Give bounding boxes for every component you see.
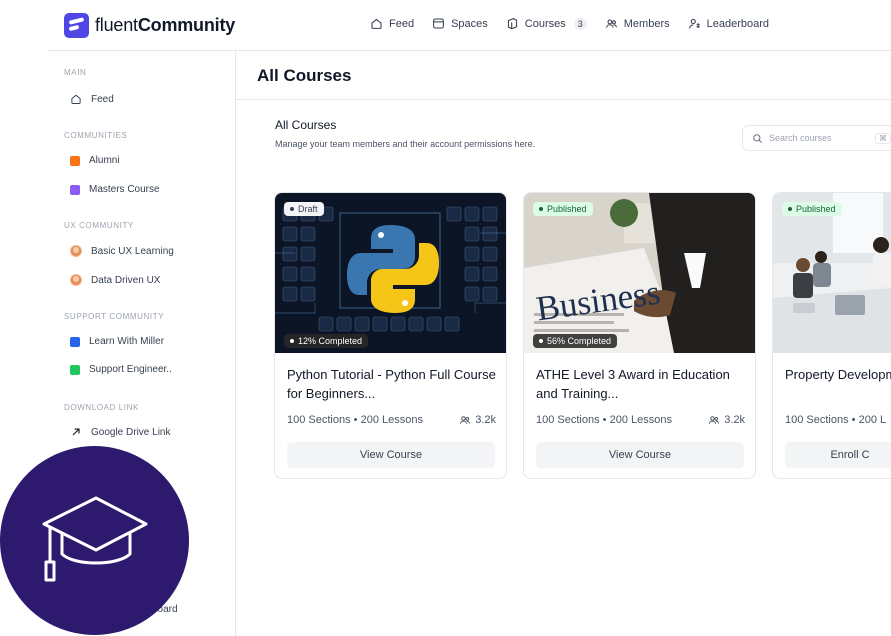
search-courses[interactable]: ⌘ bbox=[742, 125, 891, 151]
arrow-up-right-icon bbox=[72, 428, 80, 436]
section-subtitle: Manage your team members and their accou… bbox=[275, 139, 536, 149]
space-color-icon bbox=[70, 184, 80, 195]
course-card[interactable]: Published Property Developm 100 Sections… bbox=[772, 192, 891, 479]
main-header: All Courses bbox=[236, 51, 891, 100]
nav-feed[interactable]: Feed bbox=[370, 17, 414, 30]
sidebar-item-learn-with-miller[interactable]: Learn With Miller bbox=[70, 336, 164, 347]
fluent-logo-icon bbox=[64, 13, 89, 38]
members-icon bbox=[605, 19, 617, 28]
progress-badge: 12% Completed bbox=[284, 334, 369, 348]
top-navigation: Feed Spaces Courses 3 Members Leaderboar… bbox=[370, 17, 769, 30]
office-meeting-image bbox=[773, 193, 891, 353]
space-color-icon bbox=[70, 155, 80, 166]
course-thumbnail: Draft 12% Completed bbox=[275, 193, 506, 353]
avatar-icon bbox=[70, 245, 82, 257]
course-meta: 100 Sections • 200 Lessons 3.2k bbox=[287, 414, 496, 426]
status-badge: Draft bbox=[284, 202, 324, 216]
members-icon bbox=[709, 416, 720, 424]
page-title: All Courses bbox=[257, 66, 352, 85]
course-thumbnail: Published bbox=[773, 193, 891, 353]
course-meta: 100 Sections • 200 L bbox=[785, 414, 887, 426]
sidebar-item-basic-ux-learning[interactable]: Basic UX Learning bbox=[70, 245, 174, 257]
space-color-icon bbox=[70, 364, 80, 375]
courses-count-badge: 3 bbox=[573, 17, 587, 30]
sidebar-section-ux-community: UX COMMUNITY bbox=[64, 221, 134, 230]
python-logo-image bbox=[275, 193, 506, 353]
enroll-course-button[interactable]: Enroll C bbox=[785, 442, 891, 468]
sidebar-section-support-community: SUPPORT COMMUNITY bbox=[64, 312, 165, 321]
sidebar-item-support-engineer[interactable]: Support Engineer.. bbox=[70, 364, 172, 375]
search-input[interactable] bbox=[769, 133, 869, 143]
shortcut-key: ⌘ bbox=[875, 132, 891, 144]
nav-spaces[interactable]: Spaces bbox=[432, 17, 488, 30]
sidebar-item-alumni[interactable]: Alumni bbox=[70, 155, 120, 166]
sidebar-item-masters-course[interactable]: Masters Course bbox=[70, 184, 160, 195]
course-thumbnail: Business Published 56% Completed bbox=[524, 193, 755, 353]
view-course-button[interactable]: View Course bbox=[287, 442, 495, 468]
graduation-cap-icon bbox=[42, 496, 148, 582]
course-card[interactable]: Draft 12% Completed Python Tutorial - Py… bbox=[274, 192, 507, 479]
sidebar-section-download-link: DOWNLOAD LINK bbox=[64, 403, 139, 412]
nav-members[interactable]: Members bbox=[605, 17, 670, 30]
home-icon bbox=[71, 94, 81, 104]
nav-leaderboard[interactable]: Leaderboard bbox=[688, 17, 769, 30]
section-title: All Courses bbox=[275, 118, 337, 132]
sidebar-section-main: MAIN bbox=[64, 68, 87, 77]
avatar-icon bbox=[70, 274, 82, 286]
graduation-cap-badge bbox=[0, 446, 189, 635]
view-course-button[interactable]: View Course bbox=[536, 442, 744, 468]
business-newspaper-image bbox=[524, 193, 755, 353]
course-meta: 100 Sections • 200 Lessons 3.2k bbox=[536, 414, 745, 426]
progress-badge: 56% Completed bbox=[533, 334, 618, 348]
members-icon bbox=[460, 416, 471, 424]
home-icon bbox=[371, 18, 382, 29]
status-badge: Published bbox=[533, 202, 593, 216]
courses-icon bbox=[507, 18, 517, 30]
brand-logo[interactable]: fluentCommunity bbox=[64, 13, 235, 38]
sidebar-item-google-drive-link[interactable]: Google Drive Link bbox=[70, 426, 170, 438]
brand-name: fluentCommunity bbox=[95, 15, 236, 35]
sidebar-item-feed[interactable]: Feed bbox=[70, 93, 114, 105]
status-badge: Published bbox=[782, 202, 842, 216]
leaderboard-icon bbox=[688, 18, 700, 29]
course-title[interactable]: ATHE Level 3 Award in Education and Trai… bbox=[536, 365, 748, 403]
course-title[interactable]: Property Developm bbox=[785, 365, 891, 384]
nav-courses[interactable]: Courses 3 bbox=[506, 17, 587, 30]
space-color-icon bbox=[70, 336, 80, 347]
search-icon bbox=[753, 133, 762, 143]
course-card[interactable]: Business Published 56% Completed ATHE Le… bbox=[523, 192, 756, 479]
spaces-icon bbox=[433, 18, 444, 29]
sidebar-section-communities: COMMUNITIES bbox=[64, 131, 128, 140]
course-title[interactable]: Python Tutorial - Python Full Course for… bbox=[287, 365, 499, 403]
top-header: fluentCommunity Feed Spaces Courses 3 Me… bbox=[48, 0, 891, 51]
sidebar-item-data-driven-ux[interactable]: Data Driven UX bbox=[70, 274, 160, 286]
